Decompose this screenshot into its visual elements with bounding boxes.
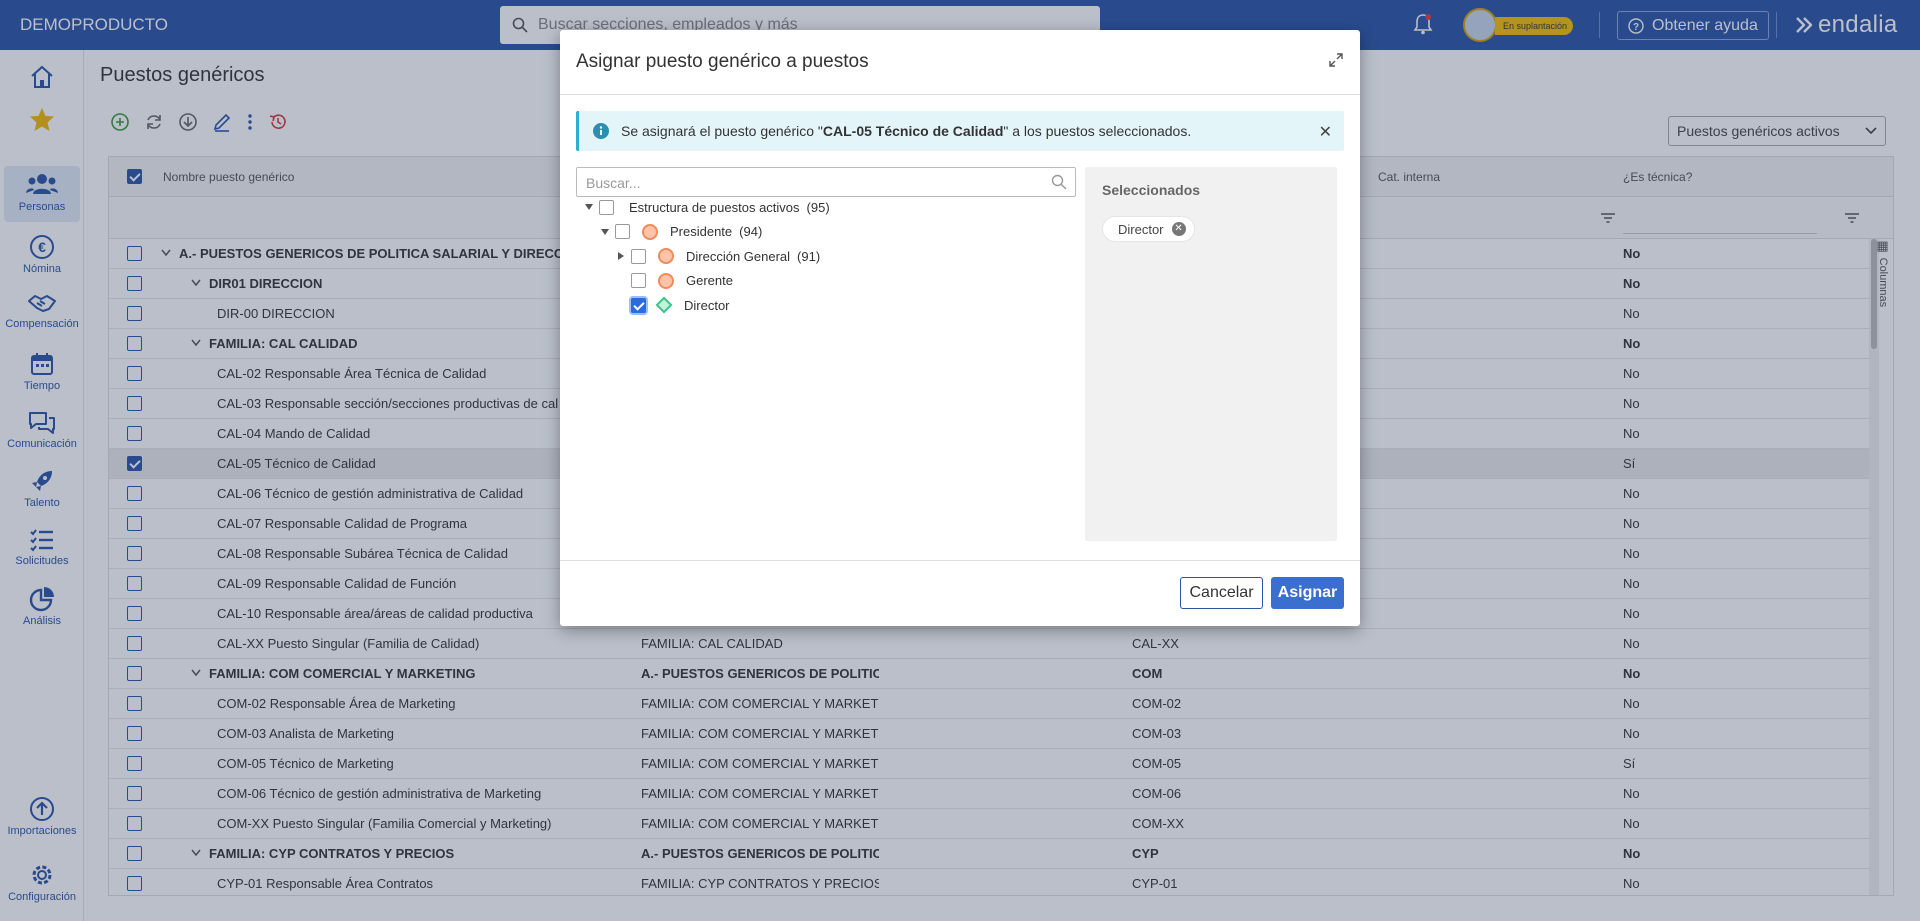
tree-toggle[interactable] bbox=[582, 204, 596, 210]
tree-checkbox[interactable] bbox=[615, 224, 630, 239]
selected-title: Seleccionados bbox=[1102, 182, 1201, 198]
tree-search-placeholder: Buscar... bbox=[586, 175, 641, 191]
tree-node[interactable]: Presidente (94) bbox=[598, 221, 762, 243]
cancel-button[interactable]: Cancelar bbox=[1180, 577, 1263, 609]
close-icon[interactable]: ✕ bbox=[1319, 122, 1332, 142]
search-icon bbox=[1051, 174, 1067, 190]
tree-checkbox[interactable] bbox=[631, 297, 646, 313]
tree-node-count: (95) bbox=[806, 199, 830, 215]
remove-chip-icon[interactable]: ✕ bbox=[1171, 222, 1186, 236]
tree-node[interactable]: Dirección General (91) bbox=[614, 245, 820, 267]
tree-checkbox[interactable] bbox=[631, 273, 646, 288]
selected-chip: Director ✕ bbox=[1102, 216, 1195, 242]
tree-node[interactable]: Director bbox=[614, 294, 730, 316]
tree-node-count: (91) bbox=[797, 248, 821, 264]
expand-icon[interactable] bbox=[1328, 52, 1344, 68]
tree-toggle[interactable] bbox=[598, 228, 612, 235]
info-position: CAL-05 Técnico de Calidad bbox=[822, 123, 1004, 139]
tree-node-label: Director bbox=[684, 297, 730, 313]
info-suffix: " a los puestos seleccionados. bbox=[1003, 123, 1192, 139]
assign-button[interactable]: Asignar bbox=[1271, 577, 1344, 609]
divider bbox=[560, 560, 1360, 561]
position-circle-icon bbox=[658, 248, 674, 264]
tree-node[interactable]: Gerente bbox=[614, 270, 733, 292]
tree-checkbox[interactable] bbox=[631, 248, 646, 264]
position-circle-icon bbox=[642, 223, 658, 240]
assign-modal: Asignar puesto genérico a puestos Se asi… bbox=[560, 30, 1360, 626]
selected-chip-label: Director bbox=[1118, 221, 1164, 237]
tree-search-input[interactable]: Buscar... bbox=[576, 167, 1076, 197]
info-prefix: Se asignará el puesto genérico " bbox=[621, 123, 823, 139]
tree-node-label: Dirección General bbox=[686, 248, 791, 264]
info-text: Se asignará el puesto genérico "CAL-05 T… bbox=[621, 123, 1191, 139]
divider bbox=[560, 94, 1360, 95]
modal-title: Asignar puesto genérico a puestos bbox=[576, 51, 869, 72]
tree-node-label: Presidente bbox=[670, 224, 733, 239]
tree-node-count: (94) bbox=[739, 224, 763, 239]
caret-right-icon[interactable] bbox=[618, 252, 624, 260]
info-icon bbox=[593, 123, 609, 139]
info-banner: Se asignará el puesto genérico "CAL-05 T… bbox=[576, 111, 1344, 151]
caret-down-icon[interactable] bbox=[585, 204, 593, 210]
tree-node-label: Gerente bbox=[686, 273, 733, 288]
selected-panel: Seleccionados Director ✕ bbox=[1085, 167, 1337, 541]
tree-node[interactable]: Estructura de puestos activos (95) bbox=[582, 196, 830, 218]
caret-down-icon[interactable] bbox=[601, 228, 609, 235]
position-circle-icon bbox=[658, 272, 674, 289]
tree-checkbox[interactable] bbox=[599, 199, 614, 215]
position-diamond-icon bbox=[655, 296, 673, 314]
tree-node-label: Estructura de puestos activos bbox=[629, 199, 800, 215]
tree-toggle[interactable] bbox=[614, 252, 628, 260]
